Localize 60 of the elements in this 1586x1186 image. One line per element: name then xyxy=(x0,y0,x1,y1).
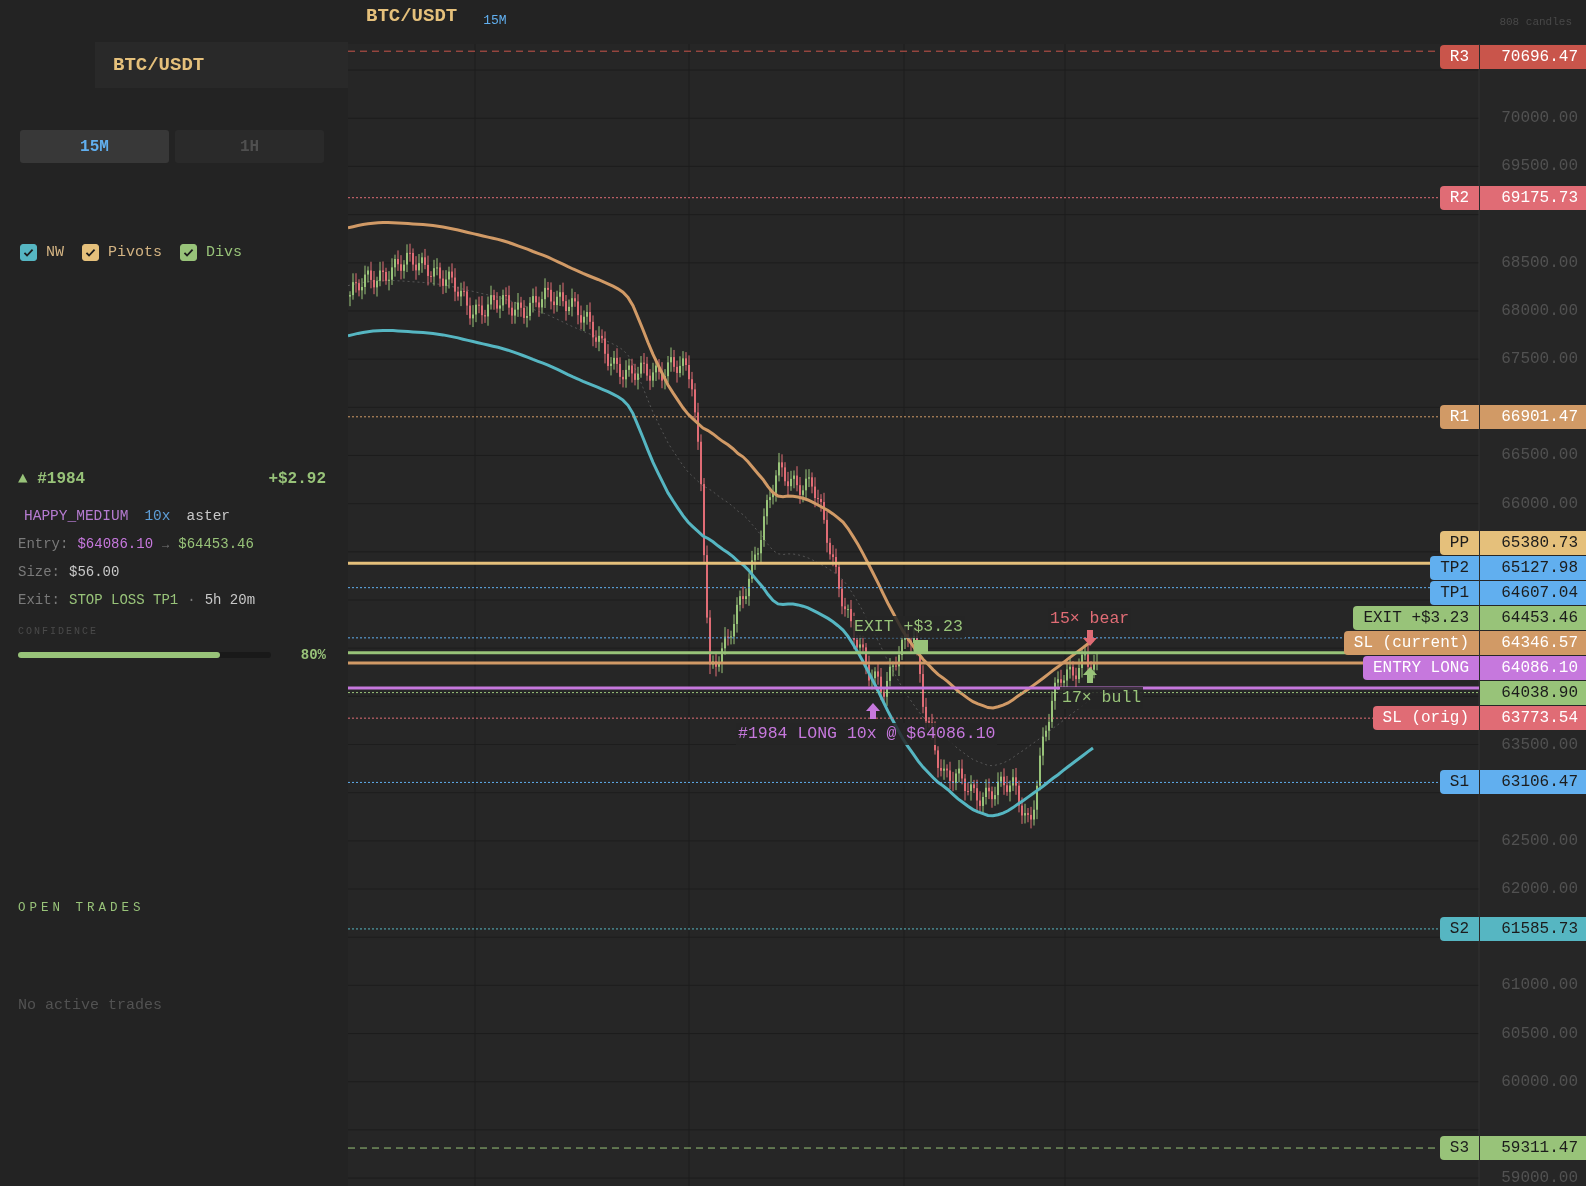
entry-price: $64086.10 xyxy=(77,536,154,552)
chart-annotation: 17× bull xyxy=(1060,687,1144,709)
level-tag: TP1 xyxy=(1430,580,1479,605)
level-price: 65380.73 xyxy=(1480,530,1586,555)
trade-id: ▲ #1984 xyxy=(18,470,86,488)
level-price: 59311.47 xyxy=(1480,1136,1586,1161)
level-tag: R3 xyxy=(1439,45,1479,69)
level-price: 63106.47 xyxy=(1480,770,1586,795)
level-price: 61585.73 xyxy=(1480,916,1586,941)
entry-label: Entry: xyxy=(18,536,69,552)
level-price: 63773.54 xyxy=(1480,706,1586,731)
checkbox[interactable] xyxy=(20,244,37,261)
timeframe-label: 15M xyxy=(483,13,507,28)
level-price: 64607.04 xyxy=(1480,580,1586,605)
check-icon xyxy=(84,246,97,259)
level-price: 64346.57 xyxy=(1480,630,1586,655)
level-tag: ENTRY LONG xyxy=(1363,655,1479,680)
level-tag: SL (current) xyxy=(1343,630,1479,655)
checkbox-label: NW xyxy=(46,244,64,261)
exit-price: $64453.46 xyxy=(178,536,254,552)
checkbox[interactable] xyxy=(180,244,198,261)
confidence-value: 80% xyxy=(300,647,326,663)
level-price: 64453.46 xyxy=(1480,605,1586,630)
level-tag: S2 xyxy=(1439,916,1479,941)
level-tag: EXIT +$3.23 xyxy=(1353,605,1479,630)
level-tag: TP2 xyxy=(1430,555,1479,580)
checkbox-label: Divs xyxy=(206,244,243,261)
level-price: 65127.98 xyxy=(1480,555,1586,580)
level-price: 64086.10 xyxy=(1480,655,1586,680)
exit-label: Exit: xyxy=(18,592,60,608)
level-tag: PP xyxy=(1439,530,1479,555)
trade-duration: 5h 20m xyxy=(204,592,256,608)
check-icon xyxy=(182,246,196,259)
level-price: 64038.90 xyxy=(1480,680,1586,705)
chart-title: BTC/USDT xyxy=(366,5,458,27)
leverage-label: 10x xyxy=(144,508,171,524)
trade-pnl: +$2.92 xyxy=(268,470,326,488)
chart-annotation: #1984 LONG 10x @ $64086.10 xyxy=(736,723,998,745)
level-tag: S1 xyxy=(1439,770,1479,795)
level-tag: S3 xyxy=(1439,1136,1479,1161)
exit-reason: STOP LOSS TP1 xyxy=(69,592,179,608)
size-label: Size: xyxy=(18,564,60,580)
level-tag: R2 xyxy=(1439,185,1479,210)
level-tag: SL (orig) xyxy=(1372,706,1479,731)
separator-dot: · xyxy=(187,592,196,608)
open-trades-heading: OPEN TRADES xyxy=(18,901,146,915)
exchange-label: aster xyxy=(186,508,231,524)
checkbox-label: Pivots xyxy=(108,244,163,261)
pair-title: BTC/USDT xyxy=(95,42,348,88)
check-icon xyxy=(22,246,35,259)
level-price: 69175.73 xyxy=(1480,185,1586,210)
level-price: 66901.47 xyxy=(1480,404,1586,429)
level-tag: R1 xyxy=(1439,404,1479,429)
size-value: $56.00 xyxy=(69,564,120,580)
checkbox[interactable] xyxy=(82,244,99,261)
strategy-label: HAPPY_MEDIUM xyxy=(24,508,129,524)
chart-annotation: EXIT +$3.23 xyxy=(852,616,965,638)
arrow-text: → xyxy=(162,538,170,552)
timeframe-tab[interactable]: 15M xyxy=(20,130,169,163)
level-price: 70696.47 xyxy=(1480,45,1586,69)
